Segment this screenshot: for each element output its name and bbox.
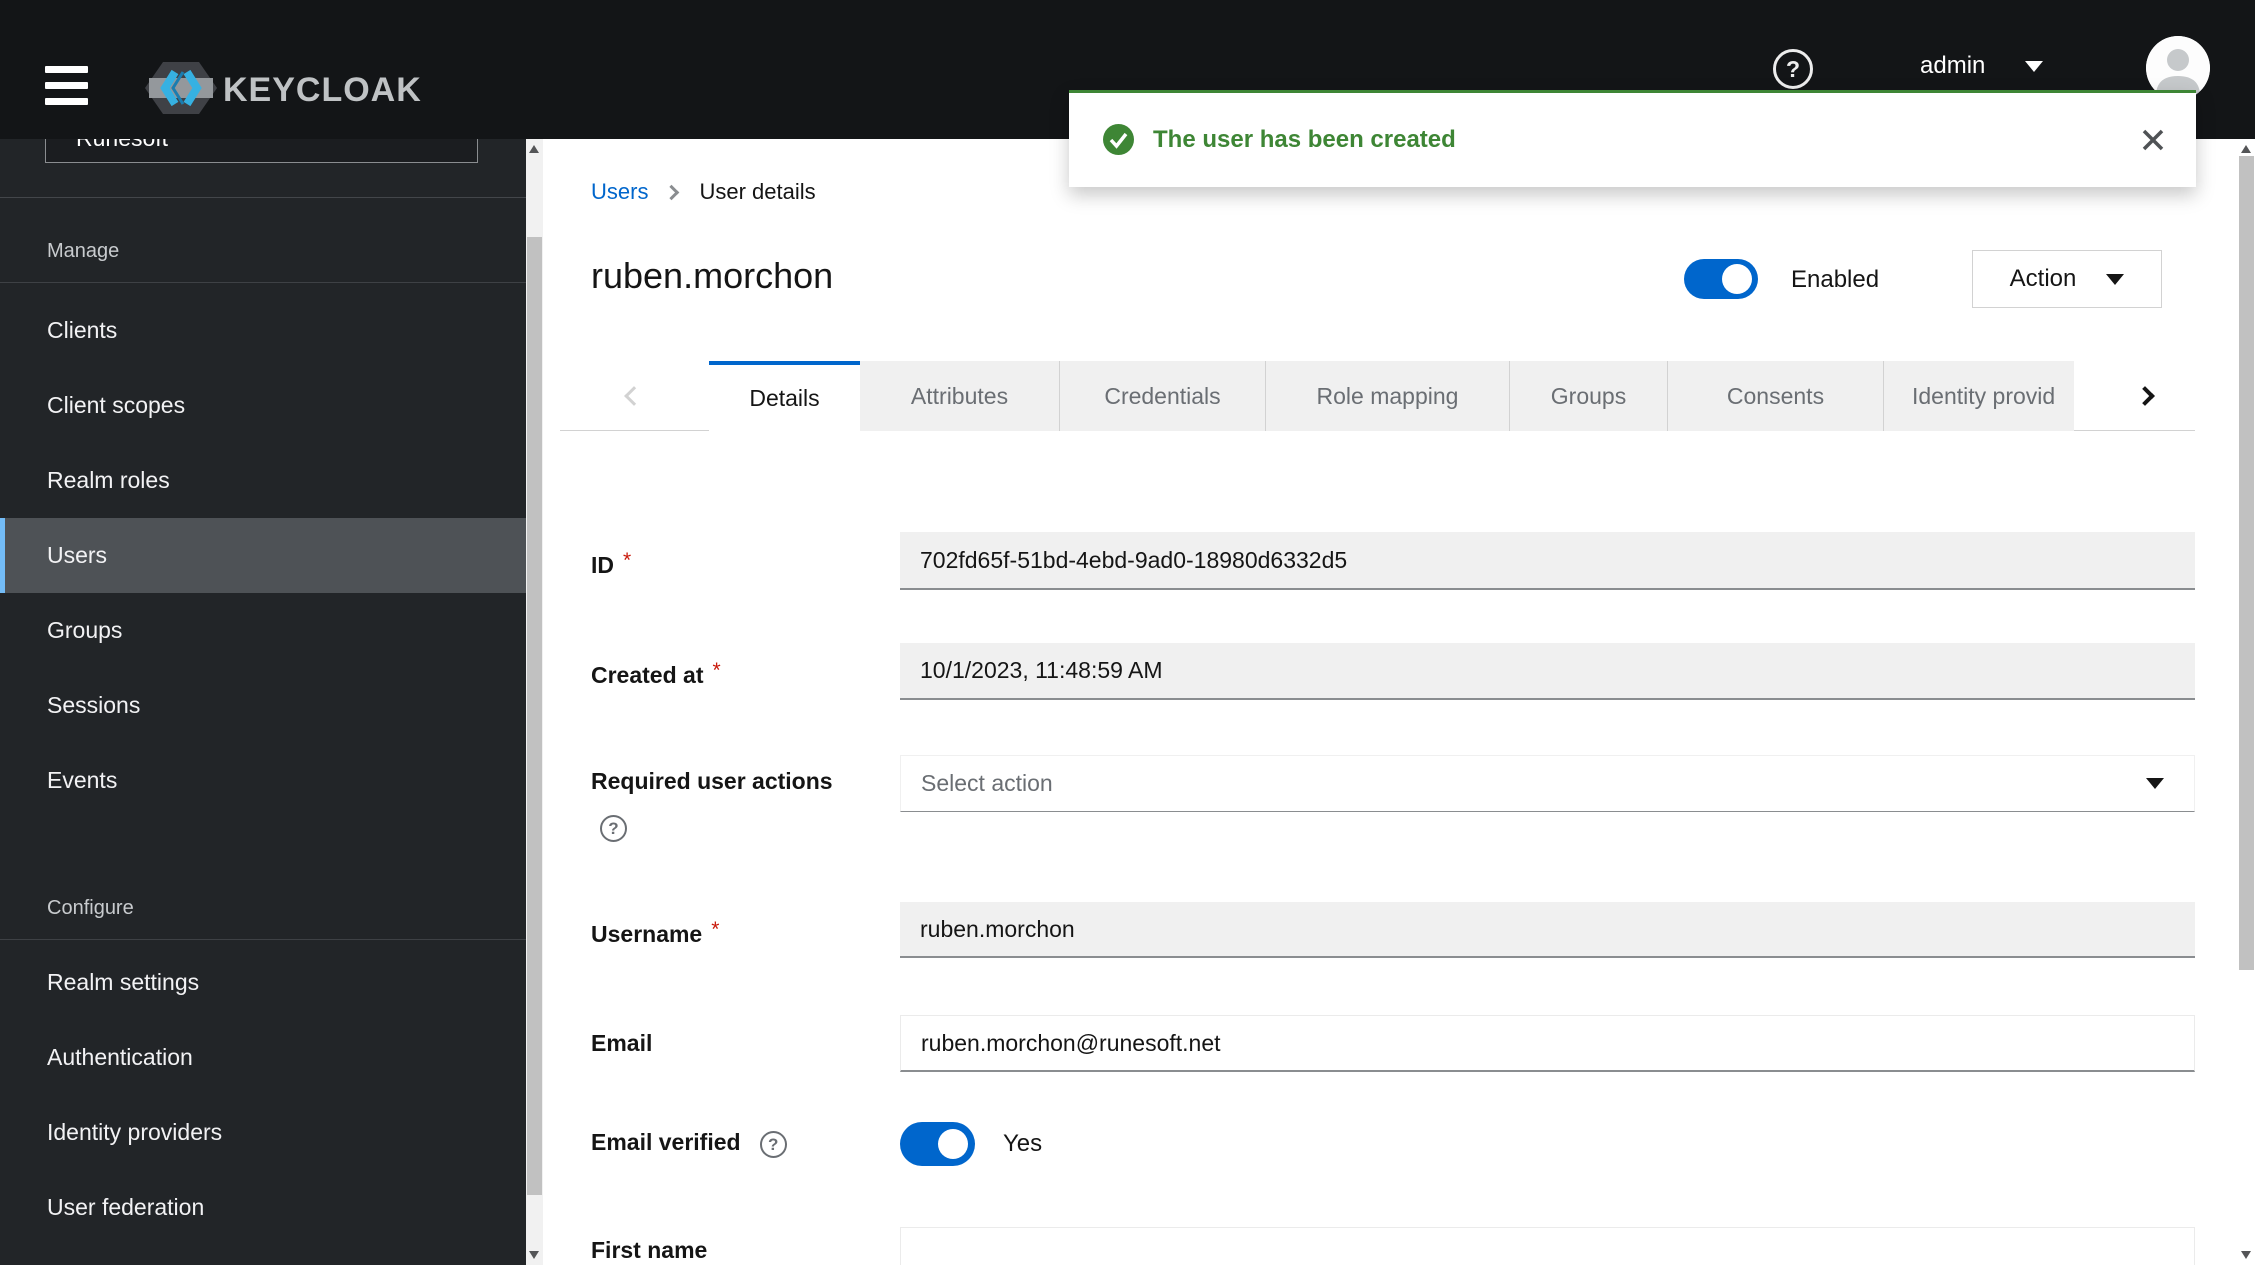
created-at-field[interactable]	[900, 643, 2195, 700]
username-label: Username *	[591, 918, 720, 947]
user-menu[interactable]: admin	[1920, 52, 2044, 80]
sidebar-item-identity-providers[interactable]: Identity providers	[0, 1095, 526, 1170]
close-icon[interactable]	[2136, 123, 2170, 157]
success-check-icon	[1103, 124, 1134, 155]
scroll-down-icon[interactable]	[529, 1251, 539, 1259]
help-icon[interactable]: ?	[600, 815, 627, 842]
required-indicator: *	[623, 549, 632, 572]
nav-section-manage: Manage	[0, 219, 526, 283]
tab-role-mapping[interactable]: Role mapping	[1266, 361, 1510, 431]
main-content: Users User details ruben.morchon Enabled…	[543, 139, 2238, 1265]
username-field[interactable]	[900, 902, 2195, 958]
action-label: Action	[2009, 265, 2077, 292]
tabs-scroll-left-button[interactable]	[560, 361, 708, 431]
email-field[interactable]	[900, 1015, 2195, 1072]
enabled-toggle[interactable]	[1684, 259, 1758, 299]
sidebar-item-users[interactable]: Users	[0, 518, 526, 593]
divider	[0, 197, 526, 198]
sidebar-item-user-federation[interactable]: User federation	[0, 1170, 526, 1245]
action-dropdown-button[interactable]: Action	[1972, 250, 2162, 308]
id-label: ID *	[591, 549, 632, 578]
sidebar-nav: Runesoft Manage Clients Client scopes Re…	[0, 139, 526, 1265]
sidebar-item-clients[interactable]: Clients	[0, 293, 526, 368]
email-verified-label: Email verified ?	[591, 1120, 787, 1164]
realm-selector[interactable]: Runesoft	[45, 139, 478, 163]
required-user-actions-label: Required user actions	[591, 768, 833, 794]
enabled-label: Enabled	[1791, 266, 1880, 293]
success-toast: The user has been created	[1069, 90, 2196, 187]
tab-details[interactable]: Details	[709, 361, 860, 432]
chevron-down-icon	[2025, 60, 2044, 72]
breadcrumb-current: User details	[699, 179, 816, 204]
id-field[interactable]	[900, 532, 2195, 590]
help-icon[interactable]: ?	[759, 1131, 787, 1158]
sidebar-scrollbar[interactable]	[526, 139, 543, 1265]
page-scrollbar[interactable]	[2238, 139, 2255, 1265]
user-menu-label: admin	[1920, 52, 1986, 79]
scrollbar-thumb[interactable]	[2239, 156, 2254, 970]
email-label: Email	[591, 1030, 653, 1056]
first-name-field[interactable]	[900, 1227, 2195, 1265]
sidebar-item-authentication[interactable]: Authentication	[0, 1020, 526, 1095]
help-icon[interactable]: ?	[1773, 49, 1813, 89]
sidebar-item-realm-settings[interactable]: Realm settings	[0, 945, 526, 1020]
scroll-up-icon[interactable]	[529, 145, 539, 153]
required-indicator: *	[711, 918, 720, 941]
tab-attributes[interactable]: Attributes	[860, 361, 1060, 431]
page-title: ruben.morchon	[591, 255, 834, 296]
chevron-right-icon	[2135, 386, 2155, 406]
sidebar-item-groups[interactable]: Groups	[0, 593, 526, 668]
email-verified-state: Yes	[1003, 1130, 1043, 1157]
keycloak-logo[interactable]: KEYCLOAK	[143, 60, 422, 121]
required-indicator: *	[712, 659, 721, 682]
nav-section-configure: Configure	[0, 876, 526, 940]
brand-text: KEYCLOAK	[223, 71, 422, 109]
first-name-label: First name	[591, 1237, 708, 1263]
select-placeholder: Select action	[921, 770, 1053, 796]
tabs-strip: Details Attributes Credentials Role mapp…	[560, 361, 2195, 432]
keycloak-logo-icon	[143, 60, 219, 121]
scroll-down-icon[interactable]	[2241, 1251, 2251, 1259]
breadcrumb: Users User details	[591, 179, 816, 205]
tab-identity-provider-links[interactable]: Identity provid	[1884, 361, 2074, 431]
tabs-scroll-right-button[interactable]	[2095, 361, 2195, 431]
breadcrumb-users-link[interactable]: Users	[591, 179, 648, 205]
chevron-down-icon	[2146, 778, 2164, 789]
nav-toggle-icon[interactable]	[45, 66, 88, 105]
sidebar-item-events[interactable]: Events	[0, 743, 526, 818]
keycloak-admin-console: KEYCLOAK ? admin Runesoft Manage Clients…	[0, 0, 2255, 1265]
required-user-actions-select[interactable]: Select action	[900, 755, 2195, 812]
realm-name: Runesoft	[76, 139, 168, 151]
tabs: Details Attributes Credentials Role mapp…	[709, 361, 2074, 432]
sidebar-item-realm-roles[interactable]: Realm roles	[0, 443, 526, 518]
created-at-label: Created at *	[591, 659, 721, 688]
tab-credentials[interactable]: Credentials	[1060, 361, 1266, 431]
sidebar-item-client-scopes[interactable]: Client scopes	[0, 368, 526, 443]
breadcrumb-chevron-icon	[664, 184, 680, 200]
tab-consents[interactable]: Consents	[1668, 361, 1884, 431]
scrollbar-thumb[interactable]	[527, 237, 542, 1195]
chevron-down-icon	[2106, 273, 2125, 285]
sidebar-item-sessions[interactable]: Sessions	[0, 668, 526, 743]
email-verified-toggle[interactable]	[900, 1122, 975, 1166]
chevron-left-icon	[624, 386, 644, 406]
tab-groups[interactable]: Groups	[1510, 361, 1668, 431]
scroll-up-icon[interactable]	[2241, 145, 2251, 153]
toast-message: The user has been created	[1153, 126, 1456, 153]
